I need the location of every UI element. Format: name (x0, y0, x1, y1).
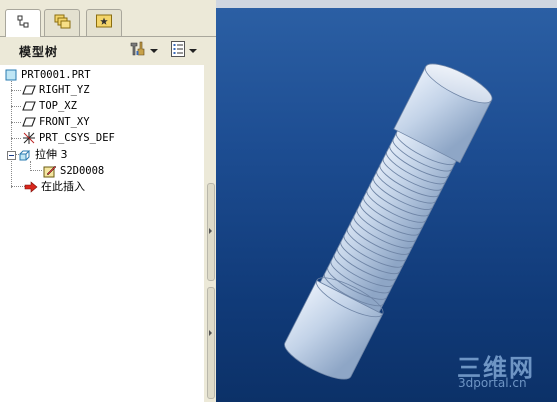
panel-splitter[interactable] (204, 65, 216, 402)
tree-item-label: 在此插入 (41, 180, 85, 193)
tree-item-label: TOP_XZ (39, 100, 77, 112)
model-tree: PRT0001.PRT RIGHT_YZ TOP_XZ FRONT_XY PRT (0, 65, 204, 402)
navigator-tab-bar (0, 0, 216, 37)
tree-item-extrude[interactable]: 拉伸 3 (6, 147, 68, 163)
tree-connector (11, 106, 21, 107)
tree-item-label: FRONT_XY (39, 116, 90, 128)
datum-plane-icon (22, 115, 36, 129)
splitter-grip[interactable] (207, 287, 215, 399)
tree-root-part[interactable]: PRT0001.PRT (4, 67, 91, 83)
favorites-star-icon (95, 13, 113, 33)
tree-item-label: PRT_CSYS_DEF (39, 132, 115, 144)
watermark-site-text: 3dportal.cn (458, 376, 527, 390)
expand-arrow-icon (209, 228, 212, 234)
tree-item-label: S2D0008 (60, 165, 105, 177)
tree-connector (11, 122, 21, 123)
sketch-icon (43, 164, 57, 178)
graphics-viewport[interactable] (216, 0, 557, 402)
collapse-toggle-icon[interactable] (6, 148, 16, 162)
tree-connector (11, 138, 21, 139)
tree-item-csys[interactable]: PRT_CSYS_DEF (22, 130, 115, 146)
tree-item-sketch[interactable]: S2D0008 (43, 163, 104, 179)
tree-item-label: 拉伸 3 (35, 148, 68, 161)
tools-icon (128, 40, 148, 62)
watermark: 三维网 3dportal.cn (457, 348, 555, 400)
insert-here-arrow-icon (24, 180, 38, 194)
chevron-down-icon (189, 49, 197, 53)
model-tree-title: 模型树 (19, 45, 59, 59)
part-icon (4, 68, 18, 82)
folders-icon (53, 13, 71, 33)
tree-item-insert-here[interactable]: 在此插入 (24, 179, 85, 195)
csys-icon (22, 131, 36, 145)
tree-root-label: PRT0001.PRT (21, 69, 91, 81)
datum-plane-icon (22, 99, 36, 113)
settings-dropdown-button[interactable] (128, 41, 158, 61)
favorites-tab[interactable] (86, 9, 122, 36)
tree-connector (11, 81, 12, 188)
tree-item-top-plane[interactable]: TOP_XZ (22, 98, 77, 114)
model-tree-icon (15, 14, 31, 34)
tree-connector (30, 170, 42, 171)
model-tree-panel: 模型树 PRT0001.PRT RIGHT_YZ TOP_XZ FRONT_XY… (0, 0, 216, 402)
model-tree-tab[interactable] (5, 9, 41, 37)
chevron-down-icon (150, 49, 158, 53)
datum-plane-icon (22, 83, 36, 97)
tree-connector (11, 186, 25, 187)
threaded-cylinder-model[interactable] (216, 8, 557, 402)
show-dropdown-button[interactable] (170, 41, 197, 61)
list-icon (170, 40, 186, 62)
expand-arrow-icon (209, 330, 212, 336)
model-tree-header: 模型树 (0, 37, 216, 65)
tree-item-label: RIGHT_YZ (39, 84, 90, 96)
extrude-icon (18, 148, 32, 162)
tree-connector (11, 90, 21, 91)
folder-browser-tab[interactable] (44, 9, 80, 36)
tree-item-front-plane[interactable]: FRONT_XY (22, 114, 90, 130)
tree-item-right-plane[interactable]: RIGHT_YZ (22, 82, 90, 98)
